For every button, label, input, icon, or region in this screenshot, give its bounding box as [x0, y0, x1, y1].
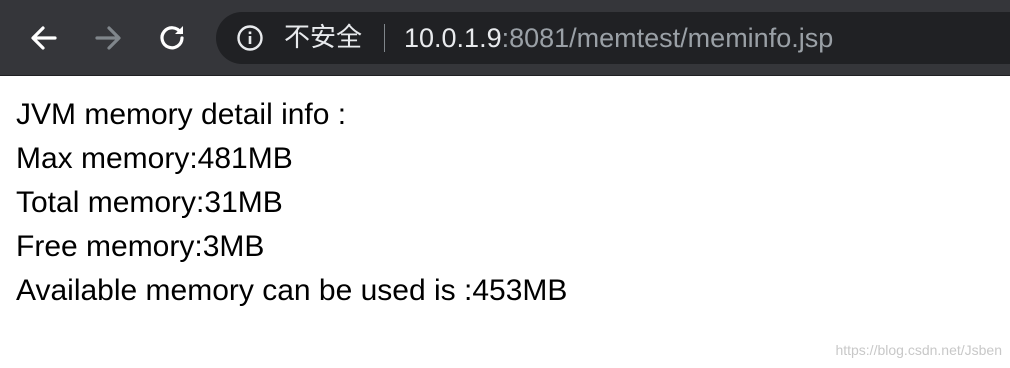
security-status-label[interactable]: 不安全 — [284, 12, 362, 64]
reload-icon — [160, 26, 184, 50]
free-memory-line: Free memory:3MB — [16, 230, 265, 263]
info-icon[interactable] — [236, 24, 264, 52]
arrow-right-icon — [95, 26, 121, 50]
back-button[interactable] — [24, 18, 64, 58]
url-path: :8081/memtest/meminfo.jsp — [501, 23, 834, 53]
available-memory-line: Available memory can be used is :453MB — [16, 274, 568, 307]
url-host: 10.0.1.9 — [404, 23, 502, 53]
forward-button[interactable] — [88, 18, 128, 58]
total-memory-line: Total memory:31MB — [16, 186, 283, 219]
reload-button[interactable] — [152, 18, 192, 58]
page-heading: JVM memory detail info : — [16, 98, 347, 131]
address-bar[interactable]: 不安全 10.0.1.9:8081/memtest/meminfo.jsp — [216, 12, 1010, 64]
url-text[interactable]: 10.0.1.9:8081/memtest/meminfo.jsp — [404, 12, 833, 64]
max-memory-line: Max memory:481MB — [16, 142, 293, 175]
watermark: https://blog.csdn.net/Jsben — [835, 342, 1002, 358]
omnibox-separator — [384, 24, 385, 52]
page-content: JVM memory detail info : Max memory:481M… — [16, 93, 567, 313]
arrow-left-icon — [31, 26, 57, 50]
browser-toolbar: 不安全 10.0.1.9:8081/memtest/meminfo.jsp — [0, 0, 1010, 76]
